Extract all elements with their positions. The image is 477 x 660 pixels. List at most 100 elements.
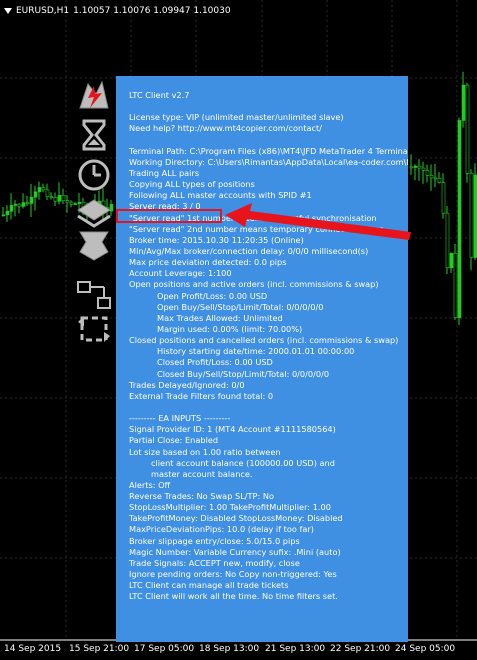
info-line: Closed Profit/Loss: 0.00 USD (157, 357, 273, 368)
candle-body (45, 189, 50, 198)
info-line: Closed positions and cancelled orders (i… (129, 335, 399, 346)
info-line[interactable]: Need help? http://www.mt4copier.com/cont… (129, 123, 404, 134)
candle-body (65, 200, 70, 203)
info-line: Max price deviation detected: 0.0 pips (129, 257, 287, 268)
candle-body (17, 203, 22, 207)
x-tick-label: 21 Sep 13:00 (265, 644, 326, 654)
candle-body (457, 120, 462, 319)
info-line: Trade Signals: ACCEPT new, modify, close (129, 557, 300, 568)
server-read-highlight (116, 209, 222, 223)
candle-body (53, 197, 58, 202)
candle-body (13, 203, 18, 206)
info-line: Trading ALL pairs (129, 167, 200, 178)
candle-body (29, 196, 34, 204)
candle-body (57, 195, 62, 202)
candle-body (1, 214, 6, 217)
candle-body (429, 175, 434, 179)
grid-filter-icon (77, 199, 111, 228)
info-line: Trades Delayed/Ignored: 0/0 (129, 379, 245, 390)
candle-body (441, 182, 446, 214)
candle-body (445, 212, 450, 269)
info-line: MaxPriceDeviationPips: 10.0 (delay if to… (129, 524, 314, 535)
info-line: Account Leverage: 1:100 (129, 268, 232, 279)
info-line: Magic Number: Variable Currency sufix: .… (129, 546, 341, 557)
candle-body (69, 201, 74, 205)
info-line (129, 135, 404, 146)
info-line (129, 101, 404, 112)
dropdown-triangle-icon (4, 8, 12, 14)
candle-body (33, 191, 38, 198)
money-icon (79, 231, 109, 261)
info-line: Max Trades Allowed: Unlimited (157, 312, 283, 323)
candle-body (21, 202, 26, 207)
x-tick-label: 15 Sep 21:00 (69, 644, 130, 654)
info-line: Terminal Path: C:\Program Files (x86)\MT… (129, 145, 408, 156)
symbol-label: EURUSD,H1 (16, 6, 70, 16)
candle-body (449, 252, 454, 269)
x-tick-label: 17 Sep 05:00 (134, 644, 195, 654)
info-line (129, 402, 404, 413)
x-tick-label: 22 Sep 21:00 (330, 644, 391, 654)
info-line: Closed Buy/Sell/Stop/Limit/Total: 0/0/0/… (157, 368, 330, 379)
info-line: History starting date/time: 2000.01.01 0… (157, 346, 355, 357)
candle-body (413, 165, 418, 168)
info-line: Margin used: 0.00% (limit: 70.00%) (157, 323, 303, 334)
info-line: "Server read" 2nd number means temporary… (129, 223, 384, 234)
candle-body (469, 173, 474, 258)
candle-body (433, 177, 438, 180)
info-line: LTC Client can manage all trade tickets (129, 580, 289, 591)
info-line: External Trade Filters found total: 0 (129, 390, 274, 401)
candle-body (417, 165, 422, 169)
candle-body (461, 84, 466, 121)
candle-body (437, 177, 442, 183)
time-axis: 14 Sep 2015 15 Sep 21:00 17 Sep 05:00 18… (0, 642, 477, 660)
info-line: StopLossMultiplier: 1.00 TakeProfitMulti… (129, 502, 331, 513)
clock-icon (78, 159, 110, 191)
candle-body (61, 195, 66, 201)
candle-body (453, 252, 458, 319)
candle-body (5, 210, 10, 216)
info-line: LTC Client will work all the time. No ti… (129, 591, 338, 602)
panel-lines: LTC Client v2.7 License type: VIP (unlimi… (129, 90, 408, 602)
info-line: License type: VIP (unlimited master/unli… (129, 112, 344, 123)
network-icon (77, 281, 111, 309)
lightning-logo-icon (79, 80, 109, 109)
info-line: Reverse Trades: No Swap SL/TP: No (129, 491, 274, 502)
x-tick-label: 14 Sep 2015 (4, 644, 62, 654)
candle-body (41, 187, 46, 191)
x-tick-label: 24 Sep 05:00 (395, 644, 456, 654)
candle-body (409, 166, 414, 169)
info-line: Following ALL master accounts with SPID … (129, 190, 312, 201)
info-line: Alerts: Off (129, 479, 171, 490)
candle-body (421, 167, 426, 171)
candle-body (9, 205, 14, 212)
info-line: Broker time: 2015.10.30 11:20:35 (Online… (129, 234, 304, 245)
x-tick-label: 18 Sep 13:00 (199, 644, 260, 654)
info-line: Partial Close: Enabled (129, 435, 219, 446)
candle-body (49, 196, 54, 199)
ohlc-values: 1.10057 1.10076 1.09947 1.10030 (73, 6, 231, 16)
info-line: Open positions and active orders (incl. … (129, 279, 379, 290)
info-line: Signal Provider ID: 1 (MT4 Account #1111… (129, 424, 336, 435)
info-line: Open Buy/Sell/Stop/Limit/Total: 0/0/0/0/… (157, 301, 324, 312)
candle-body (37, 187, 42, 193)
info-line: Open Profit/Loss: 0.00 USD (157, 290, 268, 301)
info-line: Copying ALL types of positions (129, 179, 255, 190)
info-line: master account balance. (151, 468, 253, 479)
info-line: TakeProfitMoney: Disabled StopLossMoney:… (129, 513, 343, 524)
refresh-icon (78, 316, 110, 342)
info-line: Min/Avg/Max broker/connection delay: 0/0… (129, 245, 369, 256)
chart-symbol-header: EURUSD,H1 1.10057 1.10076 1.09947 1.1003… (4, 4, 231, 18)
candle-body (25, 202, 30, 204)
info-line: client account balance (100000.00 USD) a… (151, 457, 335, 468)
candle-body (425, 169, 430, 176)
ltc-client-info-panel: LTC Client v2.7 License type: VIP (unlimi… (116, 76, 408, 642)
ea-status-icons (74, 78, 116, 348)
info-line: Working Directory: C:\Users\Rimantas\App… (129, 156, 408, 167)
info-line: Lot size based on 1.00 ratio between (129, 446, 281, 457)
info-line: --------- EA INPUTS --------- (129, 413, 231, 424)
panel-title: LTC Client v2.7 (129, 90, 190, 100)
info-line: Ignore pending orders: No Copy non-trigg… (129, 569, 337, 580)
info-line: Broker slippage entry/close: 5.0/15.0 pi… (129, 535, 300, 546)
candle-body (465, 84, 470, 174)
